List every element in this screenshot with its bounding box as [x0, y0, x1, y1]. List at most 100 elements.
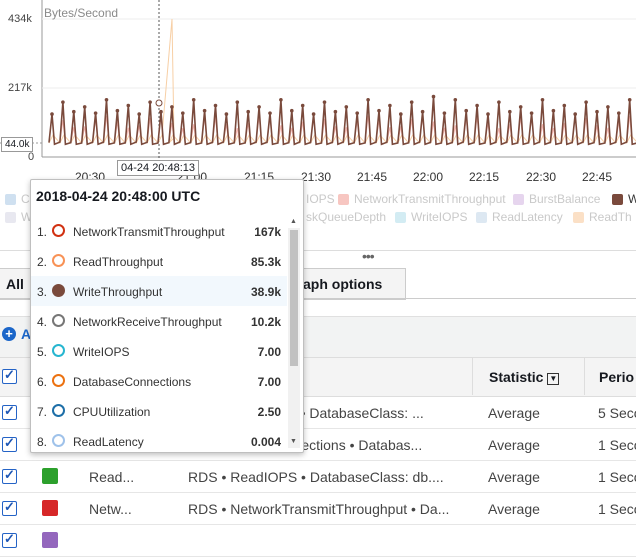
row-checkbox[interactable] [2, 435, 17, 452]
data-point[interactable] [300, 103, 305, 108]
legend-item[interactable]: WriteIOPS [395, 210, 467, 224]
series-line-read-throughput[interactable] [48, 18, 636, 144]
data-point[interactable] [333, 109, 338, 114]
legend-item[interactable]: C [5, 192, 30, 206]
data-point[interactable] [224, 112, 229, 116]
data-point[interactable] [82, 105, 87, 109]
data-point[interactable] [322, 100, 327, 104]
table-row[interactable]: Netw... RDS • NetworkTransmitThroughput •… [0, 492, 636, 525]
table-row[interactable]: Read... RDS • ReadIOPS • DatabaseClass: d… [0, 460, 636, 493]
data-point[interactable] [148, 100, 152, 104]
legend-item[interactable]: BurstBalance [513, 192, 600, 206]
data-point[interactable] [453, 97, 458, 102]
series-line-write-throughput[interactable] [48, 96, 636, 146]
row-statistic[interactable]: Average [488, 501, 540, 517]
data-point[interactable] [355, 111, 360, 115]
legend-item[interactable]: skQueueDepth [306, 210, 386, 224]
data-point[interactable] [508, 109, 512, 114]
legend-item[interactable]: ReadLatency [476, 210, 563, 224]
row-period[interactable]: 1 Seco [598, 501, 636, 517]
data-point[interactable] [93, 111, 98, 115]
select-all-checkbox[interactable] [2, 367, 17, 384]
tooltip-item-value: 7.00 [257, 345, 281, 359]
data-point[interactable] [126, 103, 131, 108]
data-point[interactable] [431, 94, 436, 99]
legend-item[interactable]: NetworkTransmitThroughput [338, 192, 506, 206]
data-point[interactable] [104, 97, 109, 102]
data-point[interactable] [159, 109, 163, 114]
data-point[interactable] [606, 105, 610, 109]
data-point[interactable] [137, 112, 141, 116]
column-header-statistic[interactable]: Statistic ▼ [489, 369, 560, 385]
row-statistic[interactable]: Average [488, 469, 540, 485]
data-point[interactable] [584, 100, 588, 104]
row-checkbox[interactable] [2, 499, 17, 516]
series-color-swatch[interactable] [42, 532, 58, 548]
row-label[interactable]: Read... [89, 469, 134, 485]
data-point[interactable] [497, 100, 501, 104]
resize-handle-icon[interactable]: ••• [362, 248, 375, 264]
line-chart[interactable] [0, 0, 636, 190]
add-icon[interactable]: + [2, 327, 16, 341]
data-point[interactable] [399, 112, 403, 116]
data-point[interactable] [377, 108, 381, 113]
scroll-down-icon[interactable]: ▼ [290, 438, 297, 445]
data-point[interactable] [562, 103, 567, 108]
data-point[interactable] [486, 112, 490, 116]
data-point[interactable] [50, 112, 54, 116]
data-point[interactable] [213, 103, 218, 108]
row-checkbox[interactable] [2, 531, 17, 548]
series-color-swatch[interactable] [42, 500, 58, 516]
legend-item[interactable]: ReadTh [573, 210, 632, 224]
data-point[interactable] [115, 108, 120, 113]
data-point[interactable] [627, 97, 632, 102]
data-point[interactable] [202, 108, 207, 113]
legend-item[interactable]: W [5, 210, 32, 224]
data-point[interactable] [442, 111, 447, 115]
data-point[interactable] [181, 111, 185, 115]
data-point[interactable] [191, 97, 196, 102]
column-header-period[interactable]: Perio [599, 369, 634, 385]
data-point[interactable] [617, 111, 621, 115]
sort-dropdown-icon[interactable]: ▼ [547, 373, 560, 385]
row-checkbox[interactable] [2, 467, 17, 484]
row-statistic[interactable]: Average [488, 437, 540, 453]
data-point[interactable] [529, 111, 534, 115]
series-color-swatch[interactable] [42, 468, 58, 484]
data-point[interactable] [420, 109, 425, 114]
data-point[interactable] [540, 97, 545, 102]
legend-item[interactable]: W [612, 192, 636, 206]
data-point[interactable] [246, 109, 250, 114]
data-point[interactable] [61, 100, 65, 104]
row-period[interactable]: 1 Seco [598, 437, 636, 453]
data-point[interactable] [595, 109, 599, 114]
data-point[interactable] [257, 105, 261, 109]
row-statistic[interactable]: Average [488, 405, 540, 421]
tooltip-scrollbar-thumb[interactable] [290, 230, 298, 366]
table-row[interactable] [0, 524, 636, 557]
data-point[interactable] [235, 100, 240, 104]
tab-graph-options[interactable]: aph options [296, 268, 406, 300]
data-point[interactable] [573, 112, 577, 116]
scroll-up-icon[interactable]: ▲ [290, 218, 297, 225]
data-point[interactable] [518, 105, 523, 109]
row-label[interactable]: Netw... [89, 501, 132, 517]
data-point[interactable] [268, 111, 272, 115]
highlighted-data-point[interactable] [155, 99, 163, 107]
data-point[interactable] [72, 109, 76, 114]
row-period[interactable]: 5 Seco [598, 405, 636, 421]
data-point[interactable] [409, 100, 414, 104]
data-point[interactable] [366, 97, 370, 102]
data-point[interactable] [290, 108, 294, 113]
row-checkbox[interactable] [2, 403, 17, 420]
data-point[interactable] [475, 103, 479, 108]
data-point[interactable] [551, 108, 556, 113]
data-point[interactable] [464, 108, 469, 113]
data-point[interactable] [344, 105, 349, 109]
row-period[interactable]: 1 Seco [598, 469, 636, 485]
legend-item[interactable]: IOPS [306, 192, 335, 206]
data-point[interactable] [388, 103, 392, 108]
data-point[interactable] [311, 112, 316, 116]
data-point[interactable] [279, 97, 283, 102]
data-point[interactable] [170, 105, 174, 109]
